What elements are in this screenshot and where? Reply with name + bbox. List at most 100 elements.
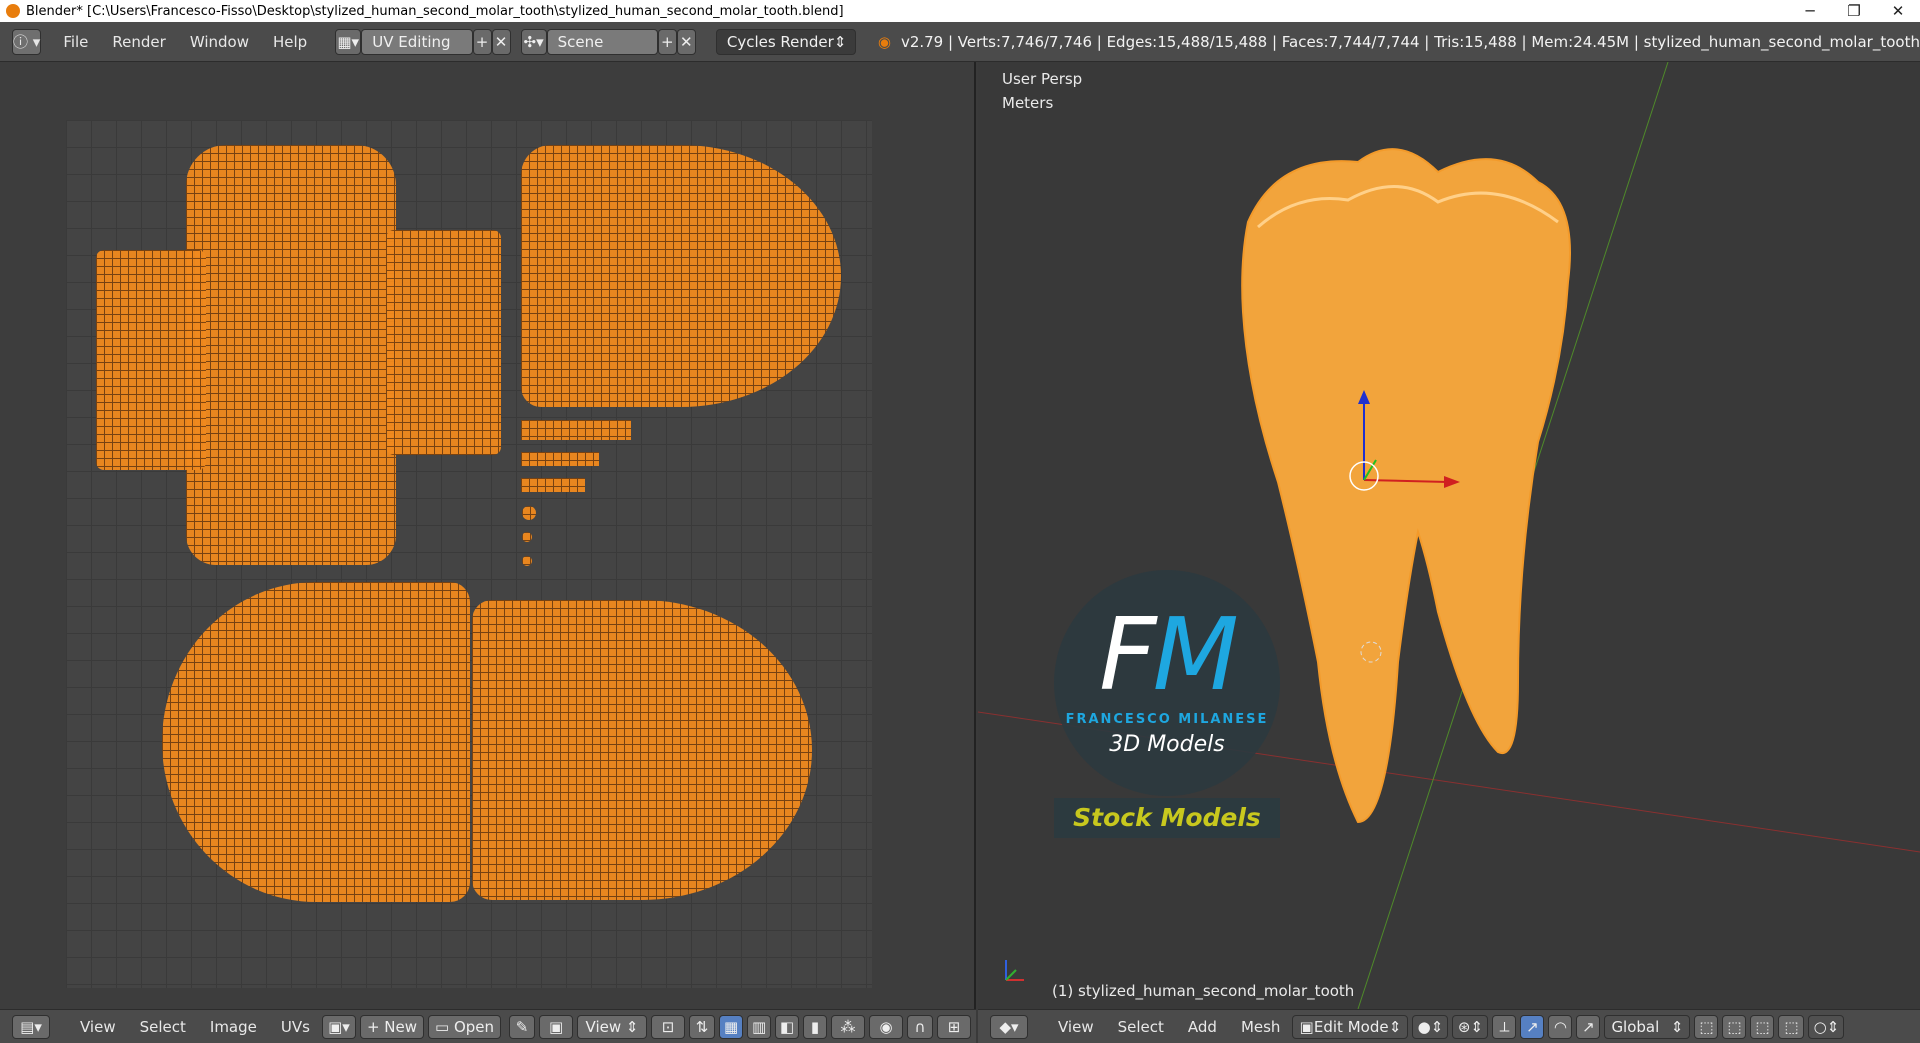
- scene-selector[interactable]: ✣▾: [520, 28, 547, 55]
- uv-island-crown[interactable]: [186, 145, 396, 565]
- minimize-button[interactable]: ─: [1788, 2, 1832, 20]
- uv-island-crown-left[interactable]: [96, 250, 206, 470]
- occlude-geometry-button[interactable]: ⬚: [1778, 1014, 1805, 1039]
- blender-icon: [6, 4, 20, 18]
- render-engine-dropdown[interactable]: Cycles Render ⇕: [715, 28, 856, 55]
- uv-island-root-left[interactable]: [162, 582, 470, 902]
- uv-island-strip-2[interactable]: [521, 452, 599, 466]
- uv-image-editor[interactable]: [0, 62, 976, 1009]
- manipulator-toggle[interactable]: ⟂: [1492, 1014, 1517, 1039]
- 3d-editor-type-button[interactable]: ◆▾: [990, 1014, 1028, 1039]
- uv-menu-view[interactable]: View: [68, 1018, 128, 1036]
- 3d-viewport[interactable]: User Persp Meters FM FRANCESCO MILANESE …: [978, 62, 1920, 1009]
- rotate-manipulator[interactable]: ◠: [1548, 1014, 1573, 1039]
- window-title: Blender* [C:\Users\Francesco-Fisso\Deskt…: [26, 3, 844, 19]
- orientation-label: Global: [1611, 1017, 1660, 1036]
- edge-icon: ⬚: [1727, 1017, 1742, 1036]
- island-select-icon: ▮: [810, 1017, 820, 1036]
- uv-menu-uvs[interactable]: UVs: [269, 1018, 322, 1036]
- info-editor-type-button[interactable]: ⓘ ▾: [12, 28, 42, 55]
- close-button[interactable]: ✕: [1876, 2, 1920, 20]
- uv-island-strip-1[interactable]: [521, 420, 631, 440]
- mode-dropdown[interactable]: ▣ Edit Mode ⇕: [1292, 1014, 1409, 1039]
- sticky-selection-button[interactable]: ⁂: [831, 1014, 866, 1039]
- uv-island-crown-right[interactable]: [386, 230, 501, 455]
- uv-menu-select[interactable]: Select: [128, 1018, 198, 1036]
- uv-menu-image[interactable]: Image: [198, 1018, 269, 1036]
- face-icon: ⬚: [1755, 1017, 1770, 1036]
- uv-grid[interactable]: [66, 120, 872, 988]
- editor-mode-button[interactable]: ▣: [539, 1014, 574, 1039]
- solid-shading-icon: ●⇕: [1417, 1017, 1444, 1036]
- uv-island-dot-1[interactable]: [522, 506, 536, 520]
- add-layout-button[interactable]: +: [472, 28, 492, 55]
- menu-window[interactable]: Window: [178, 33, 261, 51]
- plus-icon: +: [661, 32, 674, 51]
- info-icon: ⓘ ▾: [13, 33, 41, 51]
- pivot-icon: ⊡: [661, 1017, 675, 1036]
- new-image-button[interactable]: + New: [359, 1014, 424, 1039]
- snap-toggle-button[interactable]: ∩: [907, 1014, 934, 1039]
- occlude-icon: ⬚: [1784, 1017, 1799, 1036]
- open-image-button[interactable]: ▭ Open: [428, 1014, 502, 1039]
- chevron-updown-icon: ⇕: [1670, 1017, 1684, 1036]
- chevron-updown-icon: ⇕: [1388, 1017, 1402, 1036]
- 3d-menu-mesh[interactable]: Mesh: [1229, 1018, 1293, 1036]
- pivot-point-dropdown[interactable]: ⊛⇕: [1452, 1014, 1489, 1039]
- image-editor-icon: ▤▾: [20, 1017, 42, 1036]
- view-mode-label: View: [585, 1017, 622, 1036]
- proportional-edit-button[interactable]: ◉: [869, 1014, 904, 1039]
- scene-field[interactable]: Scene: [546, 28, 658, 55]
- uv-island-strip-3[interactable]: [521, 478, 585, 492]
- snap-mode-button[interactable]: ⊞: [937, 1014, 972, 1039]
- info-header: ⓘ ▾ File Render Window Help ▦▾ UV Editin…: [0, 22, 1920, 62]
- menu-file[interactable]: File: [51, 33, 100, 51]
- shading-dropdown[interactable]: ●⇕: [1412, 1014, 1449, 1039]
- uv-island-root-top[interactable]: [521, 145, 841, 407]
- logo-stock-banner: Stock Models: [1054, 798, 1280, 838]
- proportional-edit-dropdown[interactable]: ○⇕: [1808, 1014, 1845, 1039]
- x-icon: ✕: [680, 32, 693, 51]
- chevron-updown-icon: ⇕: [833, 32, 847, 51]
- menu-render[interactable]: Render: [100, 33, 177, 51]
- mode-label: Edit Mode: [1313, 1017, 1389, 1036]
- 3d-menu-select[interactable]: Select: [1106, 1018, 1176, 1036]
- screen-layout-field[interactable]: UV Editing: [361, 28, 473, 55]
- proportional-icon: ○⇕: [1813, 1017, 1840, 1036]
- edge-select-mode[interactable]: ⬚: [1722, 1014, 1747, 1039]
- uv-editor-type-button[interactable]: ▤▾: [12, 1014, 50, 1039]
- face-select-button[interactable]: ◧: [775, 1014, 800, 1039]
- edge-select-button[interactable]: ▥: [747, 1014, 772, 1039]
- remove-layout-button[interactable]: ✕: [491, 28, 511, 55]
- logo-letters: FM: [1054, 596, 1280, 713]
- face-select-icon: ◧: [779, 1017, 795, 1036]
- viewport-scene[interactable]: [978, 62, 1920, 1009]
- vertex-select-button[interactable]: ▦: [719, 1014, 744, 1039]
- face-select-mode[interactable]: ⬚: [1750, 1014, 1775, 1039]
- image-browse-button[interactable]: ▣▾: [321, 1014, 356, 1039]
- uv-island-dot-3[interactable]: [522, 556, 532, 566]
- view-mode-dropdown[interactable]: View ⇕: [577, 1014, 648, 1039]
- pivot-button[interactable]: ⊡: [651, 1014, 686, 1039]
- sync-selection-button[interactable]: ⇅: [689, 1014, 716, 1039]
- vertex-select-mode[interactable]: ⬚: [1694, 1014, 1719, 1039]
- uv-island-root-right[interactable]: [472, 600, 812, 900]
- scale-manipulator[interactable]: ↗: [1576, 1014, 1601, 1039]
- orientation-dropdown[interactable]: Global ⇕: [1604, 1014, 1691, 1039]
- 3d-view-header: ◆▾ View Select Add Mesh ▣ Edit Mode ⇕ ●⇕…: [978, 1009, 1920, 1043]
- screen-layout-selector[interactable]: ▦▾: [335, 28, 362, 55]
- folder-icon: ▭: [435, 1017, 454, 1036]
- pin-button[interactable]: ✎: [509, 1014, 536, 1039]
- translate-manipulator[interactable]: ↗: [1520, 1014, 1545, 1039]
- watermark-logo: FM FRANCESCO MILANESE 3D Models Stock Mo…: [1054, 570, 1280, 838]
- remove-scene-button[interactable]: ✕: [676, 28, 696, 55]
- island-select-button[interactable]: ▮: [803, 1014, 828, 1039]
- uv-island-dot-2[interactable]: [522, 532, 532, 542]
- add-scene-button[interactable]: +: [657, 28, 677, 55]
- 3d-menu-view[interactable]: View: [1046, 1018, 1106, 1036]
- sticky-icon: ⁂: [840, 1017, 856, 1036]
- restore-button[interactable]: ❐: [1832, 2, 1876, 20]
- menu-help[interactable]: Help: [261, 33, 319, 51]
- new-image-label: New: [384, 1017, 417, 1036]
- 3d-menu-add[interactable]: Add: [1176, 1018, 1229, 1036]
